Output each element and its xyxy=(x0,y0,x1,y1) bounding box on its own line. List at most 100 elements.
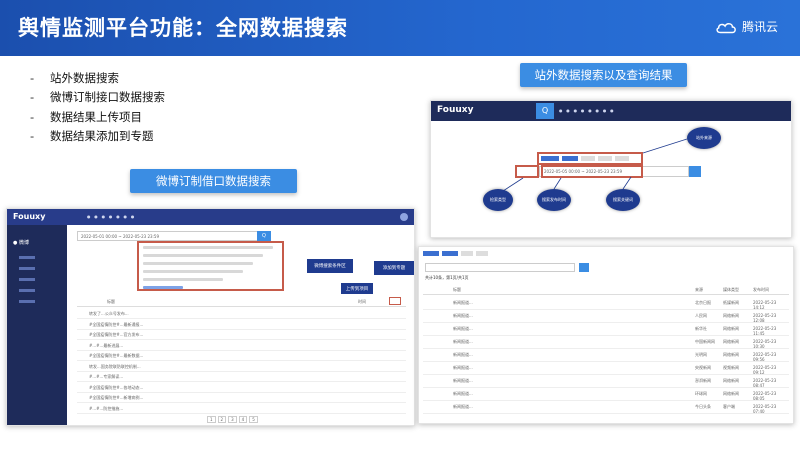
col-time: 发布时间 xyxy=(753,287,769,292)
table-row[interactable]: #全国疫情防控#...最新通报... xyxy=(77,320,406,330)
header-bar: 舆情监测平台功能：全网数据搜索 腾讯云 xyxy=(0,0,800,56)
col-source: 来源 xyxy=(695,287,703,292)
external-search-screenshot: Fouuxy Q ● ● ● ● ● ● ● ● 2022-05-05 00:0… xyxy=(430,100,792,238)
result-table: 转发了...公众号发布... #全国疫情防控#...最新通报... #全国疫情防控#… xyxy=(77,309,406,414)
weibo-search-screenshot: Fouuxy ● ● ● ● ● ● ● ● 微博 2022-05-01 00:… xyxy=(6,208,415,426)
logo-text: 腾讯云 xyxy=(741,20,778,34)
sidebar-item-weibo[interactable]: ● 微博 xyxy=(13,239,67,246)
col-title: 标题 xyxy=(107,299,115,304)
row-title: 新闻报道... xyxy=(453,300,473,305)
row-source: 中国新闻网 xyxy=(695,339,715,344)
feature-item: - 数据结果添加到专题 xyxy=(30,129,154,144)
sidebar-subitem[interactable] xyxy=(19,289,35,292)
row-time: 2022-05-23 12:08 xyxy=(753,313,777,323)
table-row[interactable]: 新闻报道... 澎湃新闻 网络新闻 2022-05-23 08:47 xyxy=(423,375,789,388)
sidebar-subitem[interactable] xyxy=(19,278,35,281)
row-title: #全国疫情防控#...各地动态... xyxy=(89,384,144,390)
table-row[interactable]: #...#...最新进展... xyxy=(77,341,406,351)
external-results-screenshot: 共计10条，第1页/共1页 标题 来源 媒体类型 发布时间 新闻报道... 北京日… xyxy=(418,246,794,424)
feature-item: - 站外数据搜索 xyxy=(30,70,119,85)
slide-title: 舆情监测平台功能：全网数据搜索 xyxy=(18,16,348,40)
table-header: 标题 时间 xyxy=(77,297,406,307)
row-media: 网络新闻 xyxy=(723,326,739,331)
row-title: 新闻报道... xyxy=(453,352,473,357)
nav-items: ● ● ● ● ● ● ● xyxy=(87,214,135,219)
row-media: 纸媒新闻 xyxy=(723,300,739,305)
page-button[interactable]: 5 xyxy=(249,416,258,423)
feature-item: - 微博订制接口数据搜索 xyxy=(30,90,165,105)
row-title: #全国疫情防控#...官方发布... xyxy=(89,332,144,337)
row-title: 新闻报道... xyxy=(453,365,473,370)
weibo-search-label: 微博订制借口数据搜索 xyxy=(130,169,297,193)
row-media: 网络新闻 xyxy=(723,313,739,318)
row-source: 北京日报 xyxy=(695,300,711,305)
feature-item: - 数据结果上传项目 xyxy=(30,109,142,124)
page-button[interactable]: 4 xyxy=(238,416,248,423)
row-title: 新闻报道... xyxy=(453,378,473,383)
row-time: 2022-05-23 09:56 xyxy=(753,352,777,362)
date-range-input[interactable]: 2022-05-01 00:00 ~ 2022-05-23 23:59 xyxy=(77,231,267,241)
result-tabs xyxy=(423,251,488,256)
search-button[interactable]: Q xyxy=(257,231,271,241)
row-title: 新闻报道... xyxy=(453,326,473,331)
filter-area-tag: 微博搜索条件区 xyxy=(307,259,353,273)
row-title: 转发了...公众号发布... xyxy=(89,311,129,316)
search-button[interactable] xyxy=(579,263,589,272)
row-time: 2022-05-23 08:47 xyxy=(753,378,777,388)
result-count: 共计10条，第1页/共1页 xyxy=(425,275,469,280)
table-row[interactable]: 新闻报道... 环球网 网络新闻 2022-05-23 08:05 xyxy=(423,388,789,401)
table-row[interactable]: 新闻报道... 今日头条 客户端 2022-05-23 07:40 xyxy=(423,401,789,414)
col-title: 标题 xyxy=(453,287,461,292)
row-time: 2022-05-23 07:40 xyxy=(753,404,777,414)
tencent-cloud-logo: 腾讯云 xyxy=(715,18,778,35)
table-row[interactable]: 新闻报道... 光明网 网络新闻 2022-05-23 09:56 xyxy=(423,349,789,362)
row-media: 客户端 xyxy=(723,404,735,409)
row-title: #全国疫情防控#...新增病例... xyxy=(89,395,144,400)
row-source: 澎湃新闻 xyxy=(695,378,711,383)
row-media: 视频新闻 xyxy=(723,365,739,370)
row-time: 2022-05-23 14:12 xyxy=(753,300,777,310)
table-row[interactable]: #...#...防控措施... xyxy=(77,404,406,414)
row-source: 今日头条 xyxy=(695,404,711,409)
row-source: 新华社 xyxy=(695,326,707,331)
page-button[interactable]: 3 xyxy=(228,416,237,423)
table-row[interactable]: 新闻报道... 人民网 网络新闻 2022-05-23 12:08 xyxy=(423,310,789,323)
row-title: #...#...防控措施... xyxy=(89,405,124,411)
table-row[interactable]: 新闻报道... 北京日报 纸媒新闻 2022-05-23 14:12 xyxy=(423,297,789,310)
table-row[interactable]: #全国疫情防控#...最新数据... xyxy=(77,351,406,361)
page-button[interactable]: 2 xyxy=(217,416,227,423)
sidebar-subitem[interactable] xyxy=(19,256,35,259)
avatar[interactable] xyxy=(400,213,408,221)
table-row[interactable]: #全国疫情防控#...新增病例... xyxy=(77,393,406,403)
page-button[interactable]: 1 xyxy=(207,416,216,423)
row-media: 网络新闻 xyxy=(723,391,739,396)
row-time: 2022-05-23 10:30 xyxy=(753,339,777,349)
brand-logo: Fouuxy xyxy=(13,212,46,221)
table-row[interactable]: #全国疫情防控#...各地动态... xyxy=(77,383,406,393)
table-row[interactable]: 新闻报道... 新华社 网络新闻 2022-05-23 11:45 xyxy=(423,323,789,336)
table-row[interactable]: 新闻报道... 央视新闻 视频新闻 2022-05-23 09:12 xyxy=(423,362,789,375)
row-time: 2022-05-23 08:05 xyxy=(753,391,777,401)
table-row[interactable]: #...#...专家解读... xyxy=(77,372,406,382)
table-row[interactable]: 新闻报道... 中国新闻网 网络新闻 2022-05-23 10:30 xyxy=(423,336,789,349)
row-time: 2022-05-23 09:12 xyxy=(753,365,777,375)
table-row[interactable]: 转发...国务院联防联控机制... xyxy=(77,362,406,372)
top-nav: Fouuxy ● ● ● ● ● ● ● xyxy=(7,209,414,225)
row-media: 网络新闻 xyxy=(723,378,739,383)
add-to-topic-tag: 添加到专题 xyxy=(374,261,414,275)
search-input[interactable] xyxy=(425,263,575,272)
row-title: 新闻报道... xyxy=(453,391,473,396)
table-row[interactable]: 转发了...公众号发布... xyxy=(77,309,406,319)
table-row[interactable]: #全国疫情防控#...官方发布... xyxy=(77,330,406,340)
external-search-label: 站外数据搜索以及查询结果 xyxy=(520,63,687,87)
feature-list: - 站外数据搜索 - 微博订制接口数据搜索 - 数据结果上传项目 - 数据结果添加到专题 xyxy=(30,68,165,146)
row-title: 新闻报道... xyxy=(453,313,473,318)
connector-lines xyxy=(502,138,688,192)
row-source: 央视新闻 xyxy=(695,365,711,370)
row-title: #...#...最新进展... xyxy=(89,342,124,348)
col-time: 时间 xyxy=(358,299,366,304)
row-source: 光明网 xyxy=(695,352,707,357)
upload-project-tag: 上传到项目 xyxy=(341,283,373,294)
sidebar-subitem[interactable] xyxy=(19,300,35,303)
sidebar-subitem[interactable] xyxy=(19,267,35,270)
